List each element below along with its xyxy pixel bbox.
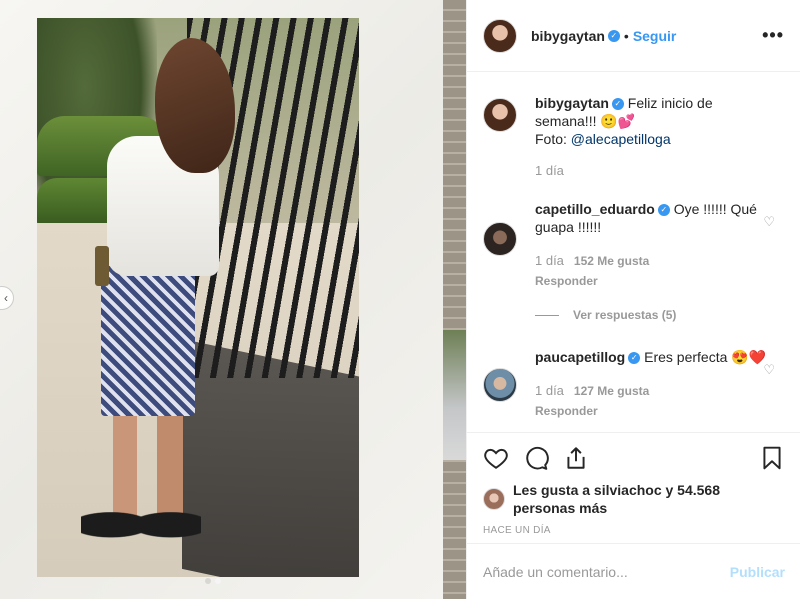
carousel-dot (205, 578, 211, 584)
reply-button[interactable]: Responder (535, 402, 771, 420)
author-avatar[interactable] (483, 18, 517, 53)
like-comment-heart-icon[interactable]: ♡ (763, 214, 775, 230)
heart-icon[interactable] (483, 445, 509, 471)
commenter-avatar[interactable] (483, 368, 517, 402)
bookmark-icon[interactable] (759, 445, 785, 471)
publish-button[interactable]: Publicar (730, 564, 785, 580)
likes-count[interactable]: Les gusta a silviachoc y 54.568 personas… (513, 481, 785, 517)
replies-line (535, 314, 559, 316)
comment-item: capetillo_eduardo ✓ Oye !!!!!! Qué guapa … (483, 200, 785, 290)
comment-meta: 1 día 127 Me gusta Responder (535, 382, 771, 420)
comment-username[interactable]: paucapetillog (535, 349, 625, 365)
author-avatar[interactable] (483, 98, 517, 132)
post-header: bibygaytan ✓ • Seguir ••• (467, 0, 800, 72)
commenter-avatar[interactable] (483, 222, 517, 256)
comment-time[interactable]: 1 día (535, 253, 564, 268)
comment-meta: 1 día 152 Me gusta Responder (535, 252, 771, 290)
comments-section: bibygaytan ✓ Feliz inicio de semana!!! 🙂💕… (467, 72, 800, 432)
verified-icon: ✓ (657, 204, 670, 217)
header-user: bibygaytan ✓ • Seguir (531, 28, 676, 44)
woman-skirt (101, 266, 195, 416)
action-icons (483, 443, 785, 473)
follow-button[interactable]: Seguir (633, 28, 677, 44)
comment-icon[interactable] (523, 445, 549, 471)
verified-icon: ✓ (628, 352, 641, 365)
comment-body: capetillo_eduardo ✓ Oye !!!!!! Qué guapa … (535, 200, 771, 290)
like-comment-heart-icon[interactable]: ♡ (763, 362, 775, 378)
liker-avatar[interactable] (483, 488, 505, 510)
post-sidebar: bibygaytan ✓ • Seguir ••• bibygaytan ✓ Fe… (466, 0, 800, 599)
post-photo (37, 18, 359, 577)
comment-time[interactable]: 1 día (535, 383, 564, 398)
verified-icon: ✓ (607, 29, 620, 42)
polaroid-frame (0, 0, 443, 599)
comment-text: capetillo_eduardo ✓ Oye !!!!!! Qué guapa … (535, 200, 771, 236)
comment-text: paucapetillog ✓ Eres perfecta 😍❤️ (535, 348, 771, 366)
separator-dot: • (623, 27, 629, 44)
post-timestamp[interactable]: HACE UN DÍA (483, 525, 785, 536)
comment-input[interactable] (483, 563, 713, 580)
post-photo-panel: ‹ (0, 0, 443, 599)
caption-meta: 1 día (535, 162, 771, 180)
caption-username[interactable]: bibygaytan (535, 95, 609, 111)
comment-likes[interactable]: 152 Me gusta (574, 254, 649, 268)
carousel-dots (205, 578, 221, 584)
reply-button[interactable]: Responder (535, 272, 771, 290)
author-username[interactable]: bibygaytan (531, 28, 605, 44)
comment-message: Eres perfecta 😍❤️ (644, 349, 767, 365)
share-icon[interactable] (563, 445, 589, 471)
comment-item: paucapetillog ✓ Eres perfecta 😍❤️ 1 día 12… (483, 348, 785, 420)
comment-body: paucapetillog ✓ Eres perfecta 😍❤️ 1 día 12… (535, 348, 771, 420)
caption-mention-link[interactable]: @alecapetilloga (571, 131, 671, 147)
view-replies-label: Ver respuestas (5) (573, 308, 677, 322)
background-strip (443, 0, 466, 599)
likes-row: Les gusta a silviachoc y 54.568 personas… (483, 481, 785, 517)
caption: bibygaytan ✓ Feliz inicio de semana!!! 🙂💕… (483, 94, 785, 180)
woman-shoes (81, 496, 201, 544)
caption-time[interactable]: 1 día (535, 163, 564, 178)
add-comment-bar: Publicar (467, 543, 800, 599)
caption-photo-credit: Foto: (535, 131, 571, 147)
clutch-bag (95, 246, 109, 286)
more-options-icon[interactable]: ••• (762, 25, 784, 46)
caption-text: bibygaytan ✓ Feliz inicio de semana!!! 🙂💕… (535, 94, 771, 148)
carousel-dot-active (215, 578, 221, 584)
verified-icon: ✓ (611, 98, 624, 111)
view-replies-button[interactable]: Ver respuestas (5) (535, 308, 785, 322)
comment-username[interactable]: capetillo_eduardo (535, 201, 655, 217)
caption-body: bibygaytan ✓ Feliz inicio de semana!!! 🙂💕… (535, 94, 771, 180)
comment-likes[interactable]: 127 Me gusta (574, 384, 649, 398)
action-bar: Les gusta a silviachoc y 54.568 personas… (467, 432, 800, 536)
